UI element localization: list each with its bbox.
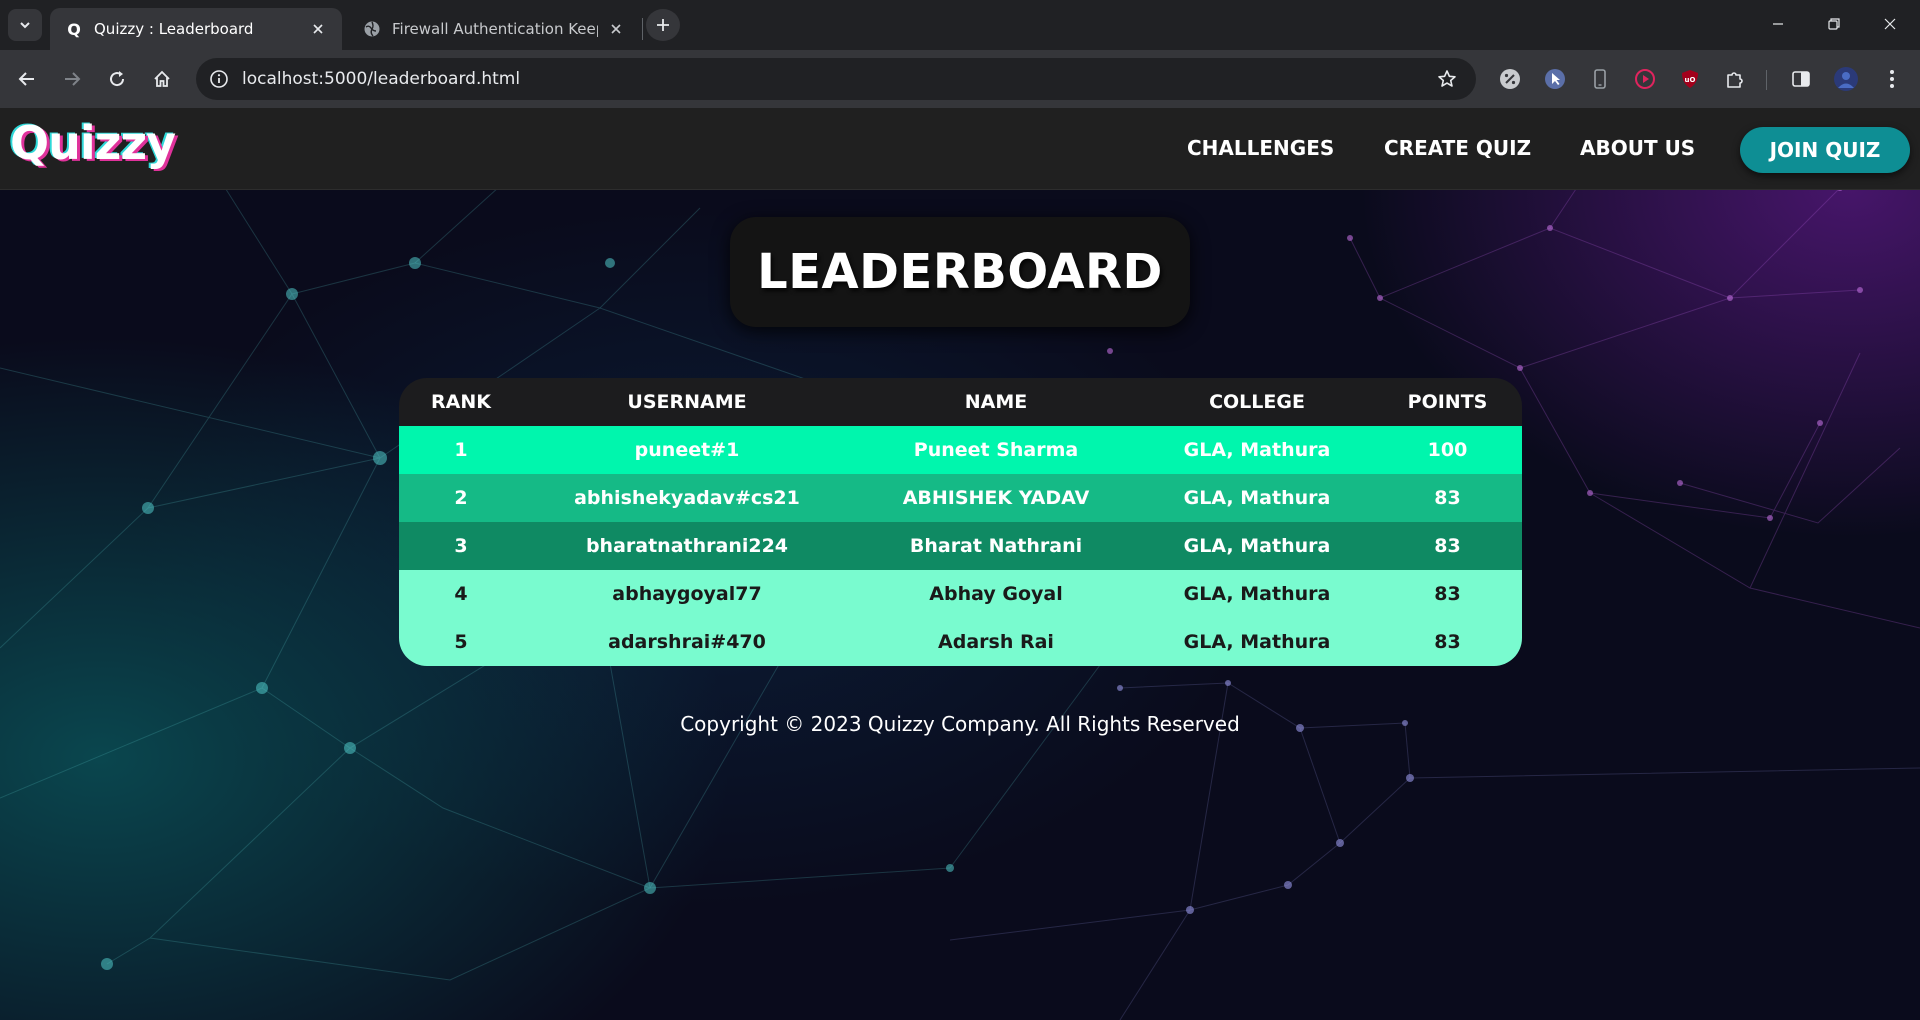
plus-icon [657, 19, 669, 31]
username-cell: puneet#1 [634, 439, 740, 461]
bookmark-star-icon[interactable] [1432, 64, 1462, 94]
footer-copyright: Copyright © 2023 Quizzy Company. All Rig… [680, 712, 1240, 736]
page-viewport: Quizzy CHALLENGES CREATE QUIZ ABOUT US J… [0, 108, 1920, 1020]
home-button[interactable] [145, 62, 179, 96]
nav-create-quiz[interactable]: CREATE QUIZ [1384, 136, 1531, 160]
new-tab-button[interactable] [646, 9, 680, 41]
percent-extension-icon[interactable] [1496, 65, 1524, 93]
arrow-right-icon [65, 72, 81, 86]
column-header-name: NAME [964, 391, 1028, 413]
table-row: 2 abhishekyadav#cs21 ABHISHEK YADAV GLA,… [399, 474, 1522, 522]
svg-text:uO: uO [1685, 76, 1696, 84]
username-cell: abhaygoyal77 [612, 583, 762, 605]
close-tab-icon[interactable] [308, 19, 328, 39]
leaderboard-table: RANK USERNAME NAME COLLEGE POINTS 1 pune… [399, 378, 1522, 666]
name-cell: Abhay Goyal [929, 583, 1063, 605]
arrow-left-icon [18, 72, 34, 86]
mobile-device-icon[interactable] [1586, 65, 1614, 93]
profile-avatar[interactable] [1832, 65, 1860, 93]
globe-icon [362, 19, 382, 39]
name-cell: Puneet Sharma [913, 439, 1079, 461]
table-row: 1 puneet#1 Puneet Sharma GLA, Mathura 10… [399, 426, 1522, 474]
name-cell: Bharat Nathrani [909, 535, 1083, 557]
tab-firewall-auth[interactable]: Firewall Authentication Keepalive [348, 8, 640, 50]
college-cell: GLA, Mathura [1183, 535, 1331, 557]
table-row: 3 bharatnathrani224 Bharat Nathrani GLA,… [399, 522, 1522, 570]
points-cell: 100 [1427, 439, 1468, 461]
tab-quizzy-leaderboard[interactable]: Q Quizzy : Leaderboard [50, 8, 342, 50]
column-header-points: POINTS [1407, 391, 1488, 413]
points-cell: 83 [1434, 631, 1461, 653]
address-bar[interactable]: localhost:5000/leaderboard.html [196, 58, 1476, 100]
play-extension-icon[interactable] [1631, 65, 1659, 93]
quizzy-logo[interactable]: Quizzy [10, 116, 176, 170]
rank-cell: 5 [454, 631, 468, 653]
column-header-username: USERNAME [627, 391, 747, 413]
college-cell: GLA, Mathura [1183, 487, 1331, 509]
points-cell: 83 [1434, 487, 1461, 509]
close-window-button[interactable] [1862, 0, 1918, 48]
tab-separator [642, 18, 643, 40]
browser-toolbar: localhost:5000/leaderboard.html uO [0, 50, 1920, 108]
page-title: LEADERBOARD [757, 244, 1163, 300]
restore-button[interactable] [1806, 0, 1862, 48]
site-header: Quizzy CHALLENGES CREATE QUIZ ABOUT US J… [0, 108, 1920, 190]
rank-cell: 2 [454, 487, 468, 509]
reload-button[interactable] [100, 62, 134, 96]
column-header-college: COLLEGE [1209, 391, 1305, 413]
college-cell: GLA, Mathura [1183, 439, 1331, 461]
ublock-shield-icon[interactable]: uO [1676, 65, 1704, 93]
username-cell: abhishekyadav#cs21 [574, 487, 800, 509]
back-button[interactable] [10, 62, 44, 96]
toolbar-divider [1766, 70, 1767, 90]
points-cell: 83 [1434, 535, 1461, 557]
username-cell: adarshrai#470 [608, 631, 766, 653]
nav-about-us[interactable]: ABOUT US [1580, 136, 1695, 160]
table-row: 5 adarshrai#470 Adarsh Rai GLA, Mathura … [399, 618, 1522, 666]
join-quiz-button[interactable]: JOIN QUIZ [1740, 127, 1910, 173]
rank-cell: 1 [454, 439, 468, 461]
name-cell: Adarsh Rai [938, 631, 1054, 653]
url-text: localhost:5000/leaderboard.html [242, 69, 521, 89]
home-icon [154, 70, 170, 87]
name-cell: ABHISHEK YADAV [902, 487, 1090, 509]
browser-tab-strip: Q Quizzy : Leaderboard Firewall Authenti… [0, 0, 1920, 50]
rank-cell: 4 [454, 583, 468, 605]
reload-icon [110, 71, 125, 87]
leaderboard-title-card: LEADERBOARD [730, 217, 1190, 327]
restore-icon [1828, 18, 1840, 30]
college-cell: GLA, Mathura [1183, 583, 1331, 605]
table-header-row: RANK USERNAME NAME COLLEGE POINTS [399, 378, 1522, 426]
puzzle-extensions-icon[interactable] [1721, 65, 1749, 93]
tab-title: Quizzy : Leaderboard [94, 20, 254, 38]
chevron-down-icon [20, 22, 30, 29]
quizzy-favicon: Q [67, 19, 81, 39]
rank-cell: 3 [454, 535, 468, 557]
nav-challenges[interactable]: CHALLENGES [1187, 136, 1334, 160]
forward-button[interactable] [55, 62, 89, 96]
close-icon [1884, 18, 1896, 30]
points-cell: 83 [1434, 583, 1461, 605]
table-row: 4 abhaygoyal77 Abhay Goyal GLA, Mathura … [399, 570, 1522, 618]
more-menu-icon[interactable] [1878, 65, 1906, 93]
close-tab-icon[interactable] [606, 19, 626, 39]
minimize-icon [1773, 23, 1783, 25]
site-info-icon[interactable] [204, 64, 234, 94]
column-header-rank: RANK [431, 391, 491, 413]
college-cell: GLA, Mathura [1183, 631, 1331, 653]
username-cell: bharatnathrani224 [585, 535, 789, 557]
minimize-button[interactable] [1750, 0, 1806, 48]
cursor-extension-icon[interactable] [1541, 65, 1569, 93]
tab-title: Firewall Authentication Keepalive [392, 20, 598, 38]
tab-search-button[interactable] [8, 9, 42, 41]
side-panel-icon[interactable] [1787, 65, 1815, 93]
